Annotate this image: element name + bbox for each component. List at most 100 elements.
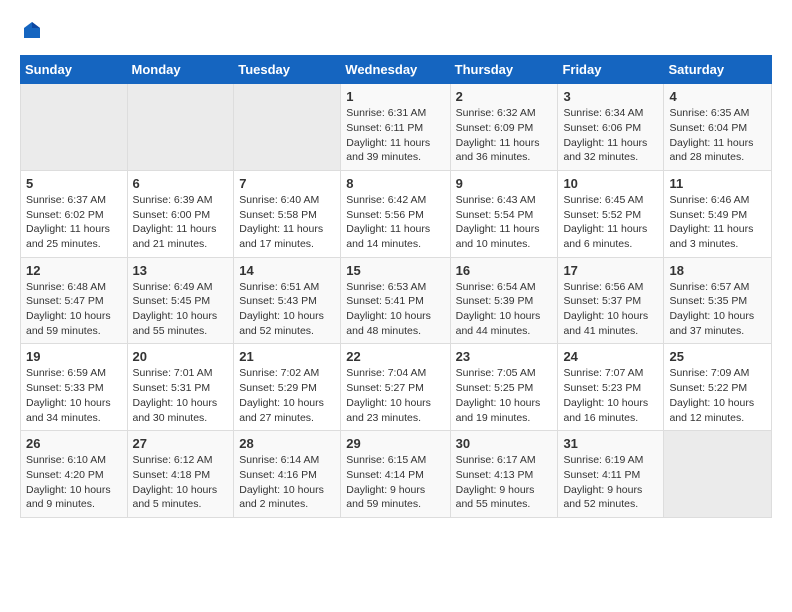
- day-info: Sunrise: 6:45 AM Sunset: 5:52 PM Dayligh…: [563, 193, 658, 252]
- day-info: Sunrise: 6:32 AM Sunset: 6:09 PM Dayligh…: [456, 106, 553, 165]
- day-number: 28: [239, 436, 335, 451]
- weekday-header-tuesday: Tuesday: [234, 56, 341, 84]
- day-info: Sunrise: 7:07 AM Sunset: 5:23 PM Dayligh…: [563, 366, 658, 425]
- day-number: 4: [669, 89, 766, 104]
- calendar-cell: 10 Sunrise: 6:45 AM Sunset: 5:52 PM Dayli…: [558, 170, 664, 257]
- calendar-cell: [664, 431, 772, 518]
- day-number: 10: [563, 176, 658, 191]
- calendar-cell: 24 Sunrise: 7:07 AM Sunset: 5:23 PM Dayli…: [558, 344, 664, 431]
- calendar-cell: 8 Sunrise: 6:42 AM Sunset: 5:56 PM Daylig…: [341, 170, 450, 257]
- weekday-header-wednesday: Wednesday: [341, 56, 450, 84]
- day-info: Sunrise: 6:40 AM Sunset: 5:58 PM Dayligh…: [239, 193, 335, 252]
- calendar-cell: 11 Sunrise: 6:46 AM Sunset: 5:49 PM Dayli…: [664, 170, 772, 257]
- day-info: Sunrise: 6:19 AM Sunset: 4:11 PM Dayligh…: [563, 453, 658, 512]
- day-number: 7: [239, 176, 335, 191]
- day-info: Sunrise: 7:01 AM Sunset: 5:31 PM Dayligh…: [133, 366, 229, 425]
- day-info: Sunrise: 6:10 AM Sunset: 4:20 PM Dayligh…: [26, 453, 122, 512]
- day-info: Sunrise: 6:31 AM Sunset: 6:11 PM Dayligh…: [346, 106, 444, 165]
- calendar-table: SundayMondayTuesdayWednesdayThursdayFrid…: [20, 55, 772, 518]
- day-info: Sunrise: 6:14 AM Sunset: 4:16 PM Dayligh…: [239, 453, 335, 512]
- day-info: Sunrise: 6:15 AM Sunset: 4:14 PM Dayligh…: [346, 453, 444, 512]
- day-number: 22: [346, 349, 444, 364]
- day-number: 23: [456, 349, 553, 364]
- calendar-cell: 1 Sunrise: 6:31 AM Sunset: 6:11 PM Daylig…: [341, 84, 450, 171]
- calendar-cell: 13 Sunrise: 6:49 AM Sunset: 5:45 PM Dayli…: [127, 257, 234, 344]
- day-info: Sunrise: 6:56 AM Sunset: 5:37 PM Dayligh…: [563, 280, 658, 339]
- day-info: Sunrise: 6:42 AM Sunset: 5:56 PM Dayligh…: [346, 193, 444, 252]
- day-number: 31: [563, 436, 658, 451]
- calendar-cell: 4 Sunrise: 6:35 AM Sunset: 6:04 PM Daylig…: [664, 84, 772, 171]
- day-info: Sunrise: 6:34 AM Sunset: 6:06 PM Dayligh…: [563, 106, 658, 165]
- calendar-cell: 12 Sunrise: 6:48 AM Sunset: 5:47 PM Dayli…: [21, 257, 128, 344]
- calendar-cell: 2 Sunrise: 6:32 AM Sunset: 6:09 PM Daylig…: [450, 84, 558, 171]
- day-number: 11: [669, 176, 766, 191]
- logo-icon: [22, 20, 42, 40]
- day-number: 8: [346, 176, 444, 191]
- day-number: 2: [456, 89, 553, 104]
- day-info: Sunrise: 7:02 AM Sunset: 5:29 PM Dayligh…: [239, 366, 335, 425]
- day-number: 19: [26, 349, 122, 364]
- day-number: 12: [26, 263, 122, 278]
- day-info: Sunrise: 6:54 AM Sunset: 5:39 PM Dayligh…: [456, 280, 553, 339]
- calendar-week-row: 26 Sunrise: 6:10 AM Sunset: 4:20 PM Dayli…: [21, 431, 772, 518]
- calendar-cell: 9 Sunrise: 6:43 AM Sunset: 5:54 PM Daylig…: [450, 170, 558, 257]
- day-number: 21: [239, 349, 335, 364]
- calendar-cell: 6 Sunrise: 6:39 AM Sunset: 6:00 PM Daylig…: [127, 170, 234, 257]
- calendar-cell: 21 Sunrise: 7:02 AM Sunset: 5:29 PM Dayli…: [234, 344, 341, 431]
- day-info: Sunrise: 6:35 AM Sunset: 6:04 PM Dayligh…: [669, 106, 766, 165]
- day-info: Sunrise: 6:43 AM Sunset: 5:54 PM Dayligh…: [456, 193, 553, 252]
- day-info: Sunrise: 6:51 AM Sunset: 5:43 PM Dayligh…: [239, 280, 335, 339]
- day-info: Sunrise: 6:59 AM Sunset: 5:33 PM Dayligh…: [26, 366, 122, 425]
- weekday-header-sunday: Sunday: [21, 56, 128, 84]
- logo: [20, 20, 42, 45]
- calendar-cell: 17Sunrise: 6:56 AM Sunset: 5:37 PM Dayli…: [558, 257, 664, 344]
- calendar-cell: [127, 84, 234, 171]
- day-info: Sunrise: 6:49 AM Sunset: 5:45 PM Dayligh…: [133, 280, 229, 339]
- day-number: 18: [669, 263, 766, 278]
- calendar-week-row: 12 Sunrise: 6:48 AM Sunset: 5:47 PM Dayli…: [21, 257, 772, 344]
- day-number: 5: [26, 176, 122, 191]
- calendar-cell: 28 Sunrise: 6:14 AM Sunset: 4:16 PM Dayli…: [234, 431, 341, 518]
- weekday-header-thursday: Thursday: [450, 56, 558, 84]
- day-number: 16: [456, 263, 553, 278]
- day-number: 6: [133, 176, 229, 191]
- day-info: Sunrise: 6:48 AM Sunset: 5:47 PM Dayligh…: [26, 280, 122, 339]
- calendar-cell: 3 Sunrise: 6:34 AM Sunset: 6:06 PM Daylig…: [558, 84, 664, 171]
- calendar-cell: 7 Sunrise: 6:40 AM Sunset: 5:58 PM Daylig…: [234, 170, 341, 257]
- weekday-header-saturday: Saturday: [664, 56, 772, 84]
- calendar-cell: 18Sunrise: 6:57 AM Sunset: 5:35 PM Dayli…: [664, 257, 772, 344]
- calendar-cell: [234, 84, 341, 171]
- day-number: 24: [563, 349, 658, 364]
- calendar-cell: 19 Sunrise: 6:59 AM Sunset: 5:33 PM Dayli…: [21, 344, 128, 431]
- day-number: 27: [133, 436, 229, 451]
- calendar-cell: 23 Sunrise: 7:05 AM Sunset: 5:25 PM Dayli…: [450, 344, 558, 431]
- day-info: Sunrise: 7:09 AM Sunset: 5:22 PM Dayligh…: [669, 366, 766, 425]
- weekday-header-monday: Monday: [127, 56, 234, 84]
- day-info: Sunrise: 7:05 AM Sunset: 5:25 PM Dayligh…: [456, 366, 553, 425]
- calendar-cell: 22 Sunrise: 7:04 AM Sunset: 5:27 PM Dayli…: [341, 344, 450, 431]
- day-number: 15: [346, 263, 444, 278]
- calendar-cell: 26 Sunrise: 6:10 AM Sunset: 4:20 PM Dayli…: [21, 431, 128, 518]
- calendar-cell: 25 Sunrise: 7:09 AM Sunset: 5:22 PM Dayli…: [664, 344, 772, 431]
- weekday-header-friday: Friday: [558, 56, 664, 84]
- calendar-week-row: 19 Sunrise: 6:59 AM Sunset: 5:33 PM Dayli…: [21, 344, 772, 431]
- day-info: Sunrise: 6:53 AM Sunset: 5:41 PM Dayligh…: [346, 280, 444, 339]
- calendar-cell: 14 Sunrise: 6:51 AM Sunset: 5:43 PM Dayli…: [234, 257, 341, 344]
- day-info: Sunrise: 6:46 AM Sunset: 5:49 PM Dayligh…: [669, 193, 766, 252]
- day-info: Sunrise: 6:12 AM Sunset: 4:18 PM Dayligh…: [133, 453, 229, 512]
- day-number: 14: [239, 263, 335, 278]
- day-info: Sunrise: 6:37 AM Sunset: 6:02 PM Dayligh…: [26, 193, 122, 252]
- weekday-header-row: SundayMondayTuesdayWednesdayThursdayFrid…: [21, 56, 772, 84]
- day-number: 25: [669, 349, 766, 364]
- calendar-cell: 29Sunrise: 6:15 AM Sunset: 4:14 PM Dayli…: [341, 431, 450, 518]
- day-number: 30: [456, 436, 553, 451]
- calendar-week-row: 1 Sunrise: 6:31 AM Sunset: 6:11 PM Daylig…: [21, 84, 772, 171]
- day-info: Sunrise: 7:04 AM Sunset: 5:27 PM Dayligh…: [346, 366, 444, 425]
- day-number: 9: [456, 176, 553, 191]
- day-number: 1: [346, 89, 444, 104]
- day-number: 3: [563, 89, 658, 104]
- calendar-cell: 20Sunrise: 7:01 AM Sunset: 5:31 PM Dayli…: [127, 344, 234, 431]
- day-number: 26: [26, 436, 122, 451]
- day-number: 13: [133, 263, 229, 278]
- day-info: Sunrise: 6:39 AM Sunset: 6:00 PM Dayligh…: [133, 193, 229, 252]
